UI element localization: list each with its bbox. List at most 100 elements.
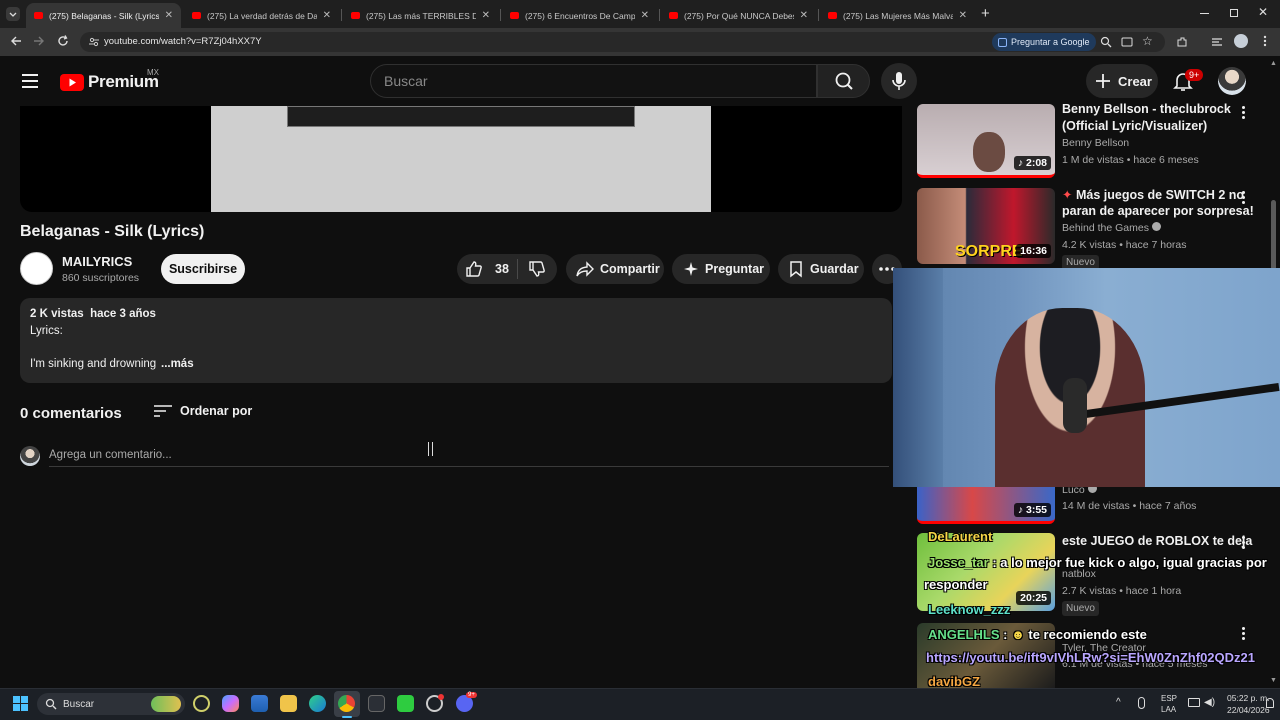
save-button[interactable]: Guardar	[778, 254, 864, 284]
microsoft-store-icon[interactable]	[251, 695, 268, 712]
comment-input[interactable]: Agrega un comentario...	[49, 449, 172, 461]
chat-username: davibGZ	[928, 674, 981, 689]
clock-date[interactable]: 22/04/2026	[1227, 705, 1270, 715]
new-badge: Nuevo	[1062, 601, 1099, 616]
clock-time[interactable]: 05:22 p. m.	[1227, 693, 1270, 703]
chrome-icon[interactable]	[338, 695, 355, 712]
tab-title: (275) Belaganas - Silk (Lyrics) - YouTub…	[49, 10, 159, 21]
language-layout[interactable]: LAA	[1161, 705, 1176, 714]
browser-tab[interactable]: (275) Las Mujeres Más Malvadas ✕	[820, 3, 975, 28]
copilot-icon[interactable]	[222, 695, 239, 712]
tab-divider	[818, 9, 819, 21]
file-explorer-icon[interactable]	[280, 695, 297, 712]
browser-tab[interactable]: (275) La verdad detrás de Dance ✕	[184, 3, 339, 28]
sidebar-video-title: Benny Bellson - theclubrock	[1062, 102, 1231, 116]
tray-microphone-icon[interactable]	[1138, 697, 1145, 709]
scroll-down-icon[interactable]: ▼	[1270, 677, 1277, 684]
tray-overflow-icon[interactable]: ^	[1116, 697, 1121, 708]
more-options-icon[interactable]	[1242, 536, 1245, 551]
sidebar-video-title: (Official Lyric/Visualizer)	[1062, 119, 1208, 133]
like-button[interactable]: 38	[457, 260, 517, 278]
comments-count: 0 comentarios	[20, 405, 122, 422]
site-info-icon[interactable]	[88, 36, 100, 48]
terminal-icon[interactable]	[368, 695, 385, 712]
search-button[interactable]	[817, 64, 870, 98]
video-player[interactable]	[20, 106, 902, 212]
tab-title: (275) Las más TERRIBLES DESAFÍOS	[366, 10, 476, 21]
tab-search-button[interactable]	[6, 7, 20, 21]
reload-icon[interactable]	[56, 34, 70, 48]
ask-button[interactable]: Preguntar	[672, 254, 770, 284]
new-tab-icon[interactable]: +	[981, 5, 990, 22]
share-button[interactable]: Compartir	[566, 254, 664, 284]
taskbar-search[interactable]: Buscar	[37, 693, 185, 715]
ask-google-button[interactable]: Preguntar a Google	[992, 33, 1096, 51]
profile-avatar-icon[interactable]	[1234, 34, 1248, 48]
close-tab-icon[interactable]: ✕	[959, 10, 967, 21]
language-code[interactable]: ESP	[1161, 694, 1177, 703]
back-icon[interactable]	[9, 34, 23, 48]
close-tab-icon[interactable]: ✕	[641, 10, 649, 21]
sidebar-item[interactable]: SORPRE 16:36 ✦ Más juegos de SWITCH 2 no…	[917, 188, 1267, 270]
close-tab-icon[interactable]: ✕	[323, 10, 331, 21]
chat-username: DeLaurent	[928, 529, 993, 544]
voice-search-button[interactable]	[881, 63, 917, 99]
ask-google-label: Preguntar a Google	[1011, 37, 1090, 47]
browser-tab[interactable]: (275) Las más TERRIBLES DESAFÍOS ✕	[343, 3, 498, 28]
chat-separator: :	[988, 555, 1001, 570]
sidebar-video-title-text: Más juegos de SWITCH 2 no	[1075, 188, 1245, 202]
browser-tab[interactable]: (275) Por Qué NUNCA Debes M ✕	[661, 3, 816, 28]
view-stats: 2 K vistas hace 3 años	[30, 308, 156, 320]
close-window-icon[interactable]: ✕	[1258, 5, 1268, 19]
forward-icon[interactable]	[32, 34, 46, 48]
more-options-icon[interactable]	[1242, 191, 1245, 206]
windows-start-icon[interactable]	[13, 696, 29, 712]
channel-avatar[interactable]	[20, 252, 53, 285]
duration-badge: ♪ 2:08	[1013, 156, 1051, 170]
sidebar-item[interactable]: 20:25 este JUEGO de ROBLOX te deja natbl…	[917, 533, 1267, 616]
sidebar-item[interactable]: ♪ 3:55 Luco 14 M de vistas • hace 7 años	[917, 484, 1267, 527]
channel-name[interactable]: MAILYRICS	[62, 254, 132, 269]
close-tab-icon[interactable]: ✕	[165, 10, 173, 21]
url-text[interactable]: youtube.com/watch?v=R7Zj04hXX7Y	[104, 36, 262, 47]
subscribe-button[interactable]: Suscribirse	[161, 254, 245, 284]
browser-tab[interactable]: (275) Belaganas - Silk (Lyrics) - YouTub…	[26, 3, 181, 28]
sidebar-scrollbar[interactable]	[1271, 200, 1276, 270]
xbox-app-icon[interactable]	[193, 695, 210, 712]
maximize-window-icon[interactable]	[1230, 9, 1238, 17]
browser-menu-icon[interactable]	[1263, 35, 1267, 47]
create-button[interactable]: Crear	[1086, 64, 1158, 98]
subscribe-label: Suscribirse	[168, 262, 238, 276]
duration-badge: 16:36	[1016, 244, 1051, 258]
youtube-logo[interactable]: Premium	[60, 72, 159, 92]
browser-tab[interactable]: (275) 6 Encuentros De Camping ✕	[502, 3, 657, 28]
discord-badge: 9+	[466, 692, 477, 698]
reading-list-icon[interactable]	[1211, 37, 1223, 47]
dislike-button[interactable]	[518, 260, 546, 278]
tab-title: (275) 6 Encuentros De Camping	[525, 10, 635, 21]
cast-icon[interactable]	[1121, 36, 1133, 48]
volume-icon[interactable]: ◀)	[1204, 697, 1215, 708]
more-options-icon[interactable]	[1242, 106, 1245, 121]
streaming-app-icon[interactable]	[397, 695, 414, 712]
sort-comments-button[interactable]: Ordenar por	[154, 404, 252, 418]
bookmark-star-icon[interactable]: ☆	[1142, 34, 1153, 48]
sidebar-item[interactable]: ♪ 2:08 Benny Bellson - theclubrock (Offi…	[917, 102, 1267, 180]
close-tab-icon[interactable]: ✕	[800, 10, 808, 21]
more-options-icon[interactable]	[1242, 627, 1245, 642]
hamburger-menu-icon[interactable]	[22, 74, 38, 88]
close-tab-icon[interactable]: ✕	[482, 10, 490, 21]
notification-bell-icon[interactable]	[1266, 698, 1274, 708]
edge-icon[interactable]	[309, 695, 326, 712]
thumbs-down-icon	[529, 261, 545, 277]
account-avatar[interactable]	[1218, 67, 1246, 95]
show-more-link[interactable]: ...más	[161, 358, 194, 370]
duration-text: 3:55	[1025, 504, 1047, 516]
search-input[interactable]	[370, 64, 817, 98]
extensions-icon[interactable]	[1176, 36, 1188, 48]
youtube-favicon-icon	[828, 12, 837, 19]
minimize-window-icon[interactable]	[1200, 13, 1209, 14]
zoom-icon[interactable]	[1100, 36, 1112, 48]
network-icon[interactable]	[1188, 698, 1200, 707]
scroll-up-icon[interactable]: ▲	[1270, 60, 1277, 67]
